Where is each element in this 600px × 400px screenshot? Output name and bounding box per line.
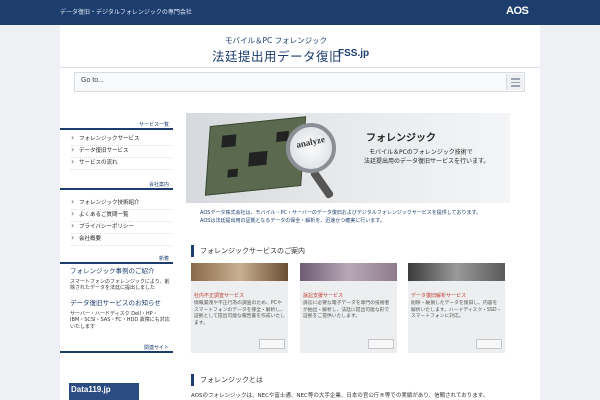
news-item[interactable]: フォレンジック事例のご紹介 スマートフォンのフォレンジックにより、削除されたデー…	[70, 268, 170, 292]
page-container: モバイル＆PC フォレンジック 法廷提出用データ復旧 FSS.jp Go to.…	[60, 25, 540, 400]
aos-logo[interactable]: AOS	[506, 5, 540, 19]
more-button[interactable]	[476, 339, 502, 349]
sidebar-list: フォレンジックサービス データ復旧サービス サービスの流れ	[71, 133, 171, 170]
card-title[interactable]: 訴訟支援サービス	[303, 292, 343, 299]
sidebar-item[interactable]: フォレンジック技術紹介	[71, 197, 171, 210]
nav-select[interactable]: Go to...	[74, 72, 525, 92]
sidebar-heading: サービス一覧	[60, 120, 173, 130]
card-title[interactable]: 社内不正調査サービス	[194, 292, 244, 299]
card-image	[191, 263, 288, 281]
services-heading: フォレンジックサービスのご案内	[191, 245, 305, 257]
intro-text: AOSデータ株式会社は、モバイル・PC・サーバーのデータ復旧およびデジタルフォレ…	[200, 210, 482, 224]
magnifier-icon	[286, 123, 336, 173]
nav-select-label: Go to...	[81, 77, 104, 84]
top-bar: データ復旧・デジタルフォレンジックの専門会社 AOS	[0, 0, 600, 25]
forensics-text: AOSのフォレンジックは、NECや富士通、NEC等の大手企業、日本の官公庁®等で…	[191, 393, 489, 399]
sidebar-heading: 関連サイト	[60, 343, 173, 353]
sidebar-item[interactable]: データ復旧サービス	[71, 145, 171, 158]
service-card[interactable]: 社内不正調査サービス 情報漏洩や不正行為の調査のため、PCやスマートフォンのデー…	[191, 263, 288, 353]
hero-banner: analyze フォレンジック モバイル＆PCのフォレンジック技術で 法廷提出用…	[186, 113, 510, 203]
hero-line: 法廷提出用のデータ復旧サービスを行います。	[364, 158, 490, 165]
site-header: モバイル＆PC フォレンジック 法廷提出用データ復旧 FSS.jp	[60, 25, 540, 68]
sidebar-heading: 新着	[60, 254, 173, 264]
news-item[interactable]: データ復旧サービスのお知らせ サーバー・ハードディスク Dell・HP・IBM・…	[70, 300, 170, 330]
forensics-heading: フォレンジックとは	[191, 374, 263, 386]
card-description: 削除・破損したデータを復旧し、内容を解析いたします。ハードディスク・SSD・スマ…	[411, 301, 502, 319]
site-tagline: データ復旧・デジタルフォレンジックの専門会社	[60, 9, 192, 16]
service-card[interactable]: データ復旧解析サービス 削除・破損したデータを復旧し、内容を解析いたします。ハー…	[408, 263, 505, 353]
sidebar-list: フォレンジック技術紹介 よくあるご質問一覧 プライバシーポリシー 会社概要	[71, 197, 171, 246]
card-description: 情報漏洩や不正行為の調査のため、PCやスマートフォンのデータを保全・解析し、証拠…	[194, 301, 285, 326]
more-button[interactable]	[368, 339, 394, 349]
sidebar-item[interactable]: サービスの流れ	[71, 157, 171, 170]
hero-line: モバイル＆PCのフォレンジック技術で	[369, 149, 473, 156]
menu-icon[interactable]	[506, 74, 523, 90]
card-title[interactable]: データ復旧解析サービス	[411, 292, 466, 299]
sidebar-item[interactable]: 会社概要	[71, 233, 171, 246]
card-image	[408, 263, 505, 281]
service-card[interactable]: 訴訟支援サービス 訴訟に必要な電子データを専門の技術者が抽出・解析し、法廷に提出…	[300, 263, 397, 353]
magnifier-handle	[309, 168, 335, 200]
data119-banner[interactable]: Data119.jp	[69, 383, 139, 400]
site-title[interactable]: 法廷提出用データ復旧	[212, 46, 342, 65]
sidebar-item[interactable]: フォレンジックサービス	[71, 133, 171, 146]
sidebar-heading: 会社案内	[60, 180, 173, 190]
site-subtitle: モバイル＆PC フォレンジック	[225, 36, 328, 45]
more-button[interactable]	[259, 339, 285, 349]
card-description: 訴訟に必要な電子データを専門の技術者が抽出・解析し、法廷に提出可能な形で証拠をご…	[303, 301, 390, 319]
sidebar-item[interactable]: プライバシーポリシー	[71, 221, 171, 234]
card-image	[300, 263, 397, 281]
site-domain[interactable]: FSS.jp	[338, 48, 369, 59]
sidebar-item[interactable]: よくあるご質問一覧	[71, 209, 171, 222]
hero-title: フォレンジック	[366, 133, 436, 144]
